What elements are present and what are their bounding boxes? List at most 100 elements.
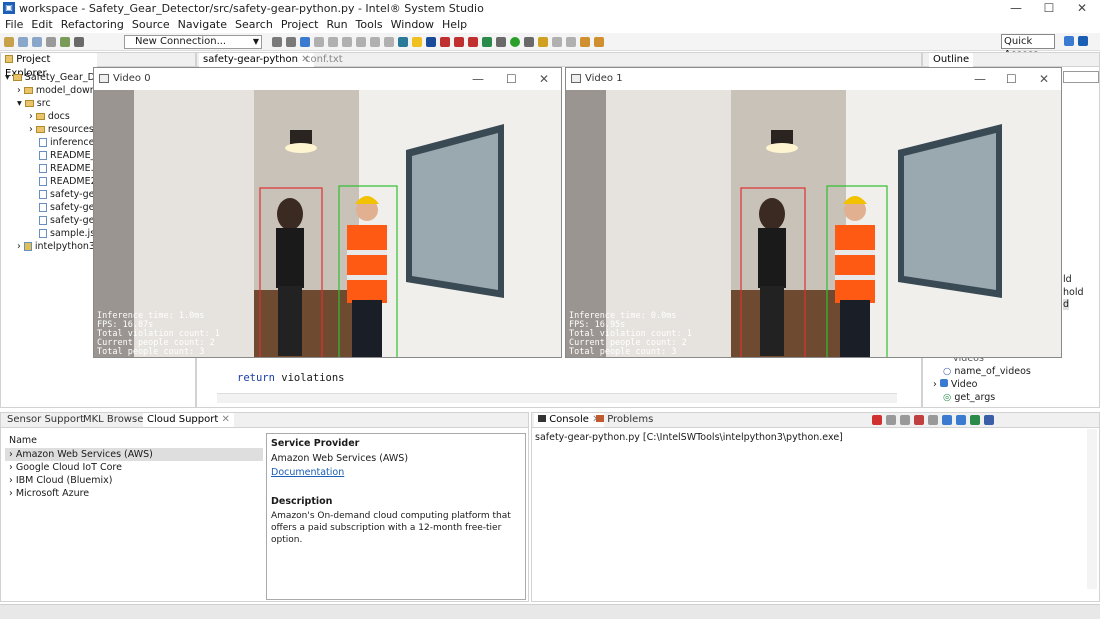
outline-item-name-of-videos[interactable]: ○ name_of_videos: [943, 366, 1031, 377]
scroll-lock-icon[interactable]: [928, 415, 938, 425]
sort-icon[interactable]: [272, 37, 282, 47]
tree-item-intelpython3[interactable]: › intelpython3: [17, 241, 95, 252]
filter-icon[interactable]: [286, 37, 296, 47]
video-0-close-button[interactable]: ✕: [539, 72, 549, 86]
list-item-aws[interactable]: › Amazon Web Services (AWS): [9, 449, 153, 460]
tree-item-resources[interactable]: › resources: [29, 124, 94, 135]
menu-search[interactable]: Search: [235, 18, 273, 32]
editor-horizontal-scrollbar[interactable]: [217, 393, 897, 403]
video-1-minimize-button[interactable]: —: [974, 72, 986, 86]
cloud-support-panel: Sensor Support MKL Browser Cloud Support…: [0, 412, 529, 602]
minimize-button[interactable]: —: [1000, 0, 1032, 17]
back-icon[interactable]: [580, 37, 590, 47]
tree-item-model-downloader[interactable]: › model_downlo: [17, 85, 104, 96]
save-all-icon[interactable]: [32, 37, 42, 47]
build-icon[interactable]: [46, 37, 56, 47]
menu-refactoring[interactable]: Refactoring: [61, 18, 124, 32]
list-item-google[interactable]: › Google Cloud IoT Core: [9, 462, 122, 473]
video-0-titlebar[interactable]: Video 0 — ☐ ✕: [94, 68, 561, 90]
terminate-icon[interactable]: [872, 415, 882, 425]
terminal-icon[interactable]: [74, 37, 84, 47]
intel-icon[interactable]: [412, 37, 422, 47]
video-window-1[interactable]: Video 1 — ☐ ✕ Inference time: 0.0ms FPS:…: [565, 67, 1062, 358]
pin-console-icon[interactable]: [956, 415, 966, 425]
connection-icon[interactable]: [482, 37, 492, 47]
menu-edit[interactable]: Edit: [31, 18, 52, 32]
save-icon[interactable]: [18, 37, 28, 47]
run-icon[interactable]: [510, 37, 520, 47]
video-1-maximize-button[interactable]: ☐: [1006, 72, 1017, 86]
debug-icon[interactable]: [300, 37, 310, 47]
video-1-titlebar[interactable]: Video 1 — ☐ ✕: [566, 68, 1061, 90]
chevron-down-icon: ▼: [252, 37, 259, 46]
video-0-minimize-button[interactable]: —: [472, 72, 484, 86]
terminal-view-icon[interactable]: [398, 37, 408, 47]
quick-access-input[interactable]: Quick Access: [1001, 34, 1055, 60]
next-annotation-icon[interactable]: [566, 37, 576, 47]
inspector-icon[interactable]: [454, 37, 464, 47]
tab-project-explorer[interactable]: Project Explorer: [1, 53, 97, 79]
video-1-close-button[interactable]: ✕: [1039, 72, 1049, 86]
tab-conf-txt[interactable]: conf.txt: [301, 53, 347, 67]
stop-icon[interactable]: [342, 37, 352, 47]
menu-run[interactable]: Run: [326, 18, 347, 32]
tools-icon[interactable]: [60, 37, 70, 47]
outline-item-video[interactable]: › Video: [933, 379, 977, 390]
display-console-icon[interactable]: [970, 415, 980, 425]
step-return-icon[interactable]: [384, 37, 394, 47]
video-0-maximize-button[interactable]: ☐: [506, 72, 517, 86]
close-button[interactable]: ✕: [1066, 0, 1098, 17]
menu-window[interactable]: Window: [391, 18, 434, 32]
open-type-icon[interactable]: [538, 37, 548, 47]
outline-item-get-args[interactable]: ◎ get_args: [943, 392, 995, 403]
tab-mkl-browser[interactable]: MKL Browser: [79, 413, 151, 427]
forward-icon[interactable]: [594, 37, 604, 47]
menu-help[interactable]: Help: [442, 18, 467, 32]
vtune-icon[interactable]: [426, 37, 436, 47]
console-vertical-scrollbar[interactable]: [1087, 429, 1097, 589]
outline-filter-input[interactable]: [1063, 71, 1099, 83]
code-line[interactable]: return violations: [237, 372, 344, 384]
connection-select[interactable]: New Connection... ▼: [124, 35, 262, 49]
tab-safety-gear-python[interactable]: safety-gear-python ✕: [199, 53, 314, 67]
documentation-link[interactable]: Documentation: [271, 467, 344, 478]
step-into-icon[interactable]: [356, 37, 366, 47]
remove-launch-icon[interactable]: [886, 415, 896, 425]
description-text: Amazon's On-demand cloud computing platf…: [271, 511, 511, 545]
list-item-azure[interactable]: › Microsoft Azure: [9, 488, 89, 499]
clear-console-icon[interactable]: [914, 415, 924, 425]
remove-all-icon[interactable]: [900, 415, 910, 425]
tab-sensor-support[interactable]: Sensor Support: [3, 413, 88, 427]
tab-cloud-support[interactable]: Cloud Support ✕: [143, 413, 234, 427]
profiler-icon[interactable]: [468, 37, 478, 47]
tab-outline[interactable]: Outline: [929, 53, 974, 67]
debug-config-icon[interactable]: [496, 37, 506, 47]
search-icon[interactable]: [552, 37, 562, 47]
tree-item-docs[interactable]: › docs: [29, 111, 70, 122]
resume-icon[interactable]: [314, 37, 324, 47]
tab-problems[interactable]: Problems: [592, 413, 657, 427]
menu-project[interactable]: Project: [281, 18, 319, 32]
tree-item-src[interactable]: ▾ src: [17, 98, 51, 109]
list-item-ibm[interactable]: › IBM Cloud (Bluemix): [9, 475, 112, 486]
new-icon[interactable]: [4, 37, 14, 47]
console-panel: Console ✕ Problems safety-gear-python.py…: [531, 412, 1100, 602]
menu-navigate[interactable]: Navigate: [178, 18, 227, 32]
suspend-icon[interactable]: [328, 37, 338, 47]
menu-file[interactable]: File: [5, 18, 23, 32]
menu-tools[interactable]: Tools: [356, 18, 383, 32]
perspective-icon[interactable]: [1078, 36, 1088, 46]
advisor-icon[interactable]: [440, 37, 450, 47]
step-over-icon[interactable]: [370, 37, 380, 47]
file-icon: [39, 203, 47, 212]
word-wrap-icon[interactable]: [942, 415, 952, 425]
external-tools-icon[interactable]: [524, 37, 534, 47]
video-window-0[interactable]: Video 0 — ☐ ✕ Inference time: 1.0ms FPS:…: [93, 67, 562, 358]
open-console-icon[interactable]: [984, 415, 994, 425]
close-icon[interactable]: ✕: [221, 414, 229, 425]
menu-source[interactable]: Source: [132, 18, 170, 32]
open-perspective-icon[interactable]: [1064, 36, 1074, 46]
file-icon: [39, 164, 47, 173]
maximize-button[interactable]: ☐: [1033, 0, 1065, 17]
window-title: workspace - Safety_Gear_Detector/src/saf…: [19, 2, 484, 15]
